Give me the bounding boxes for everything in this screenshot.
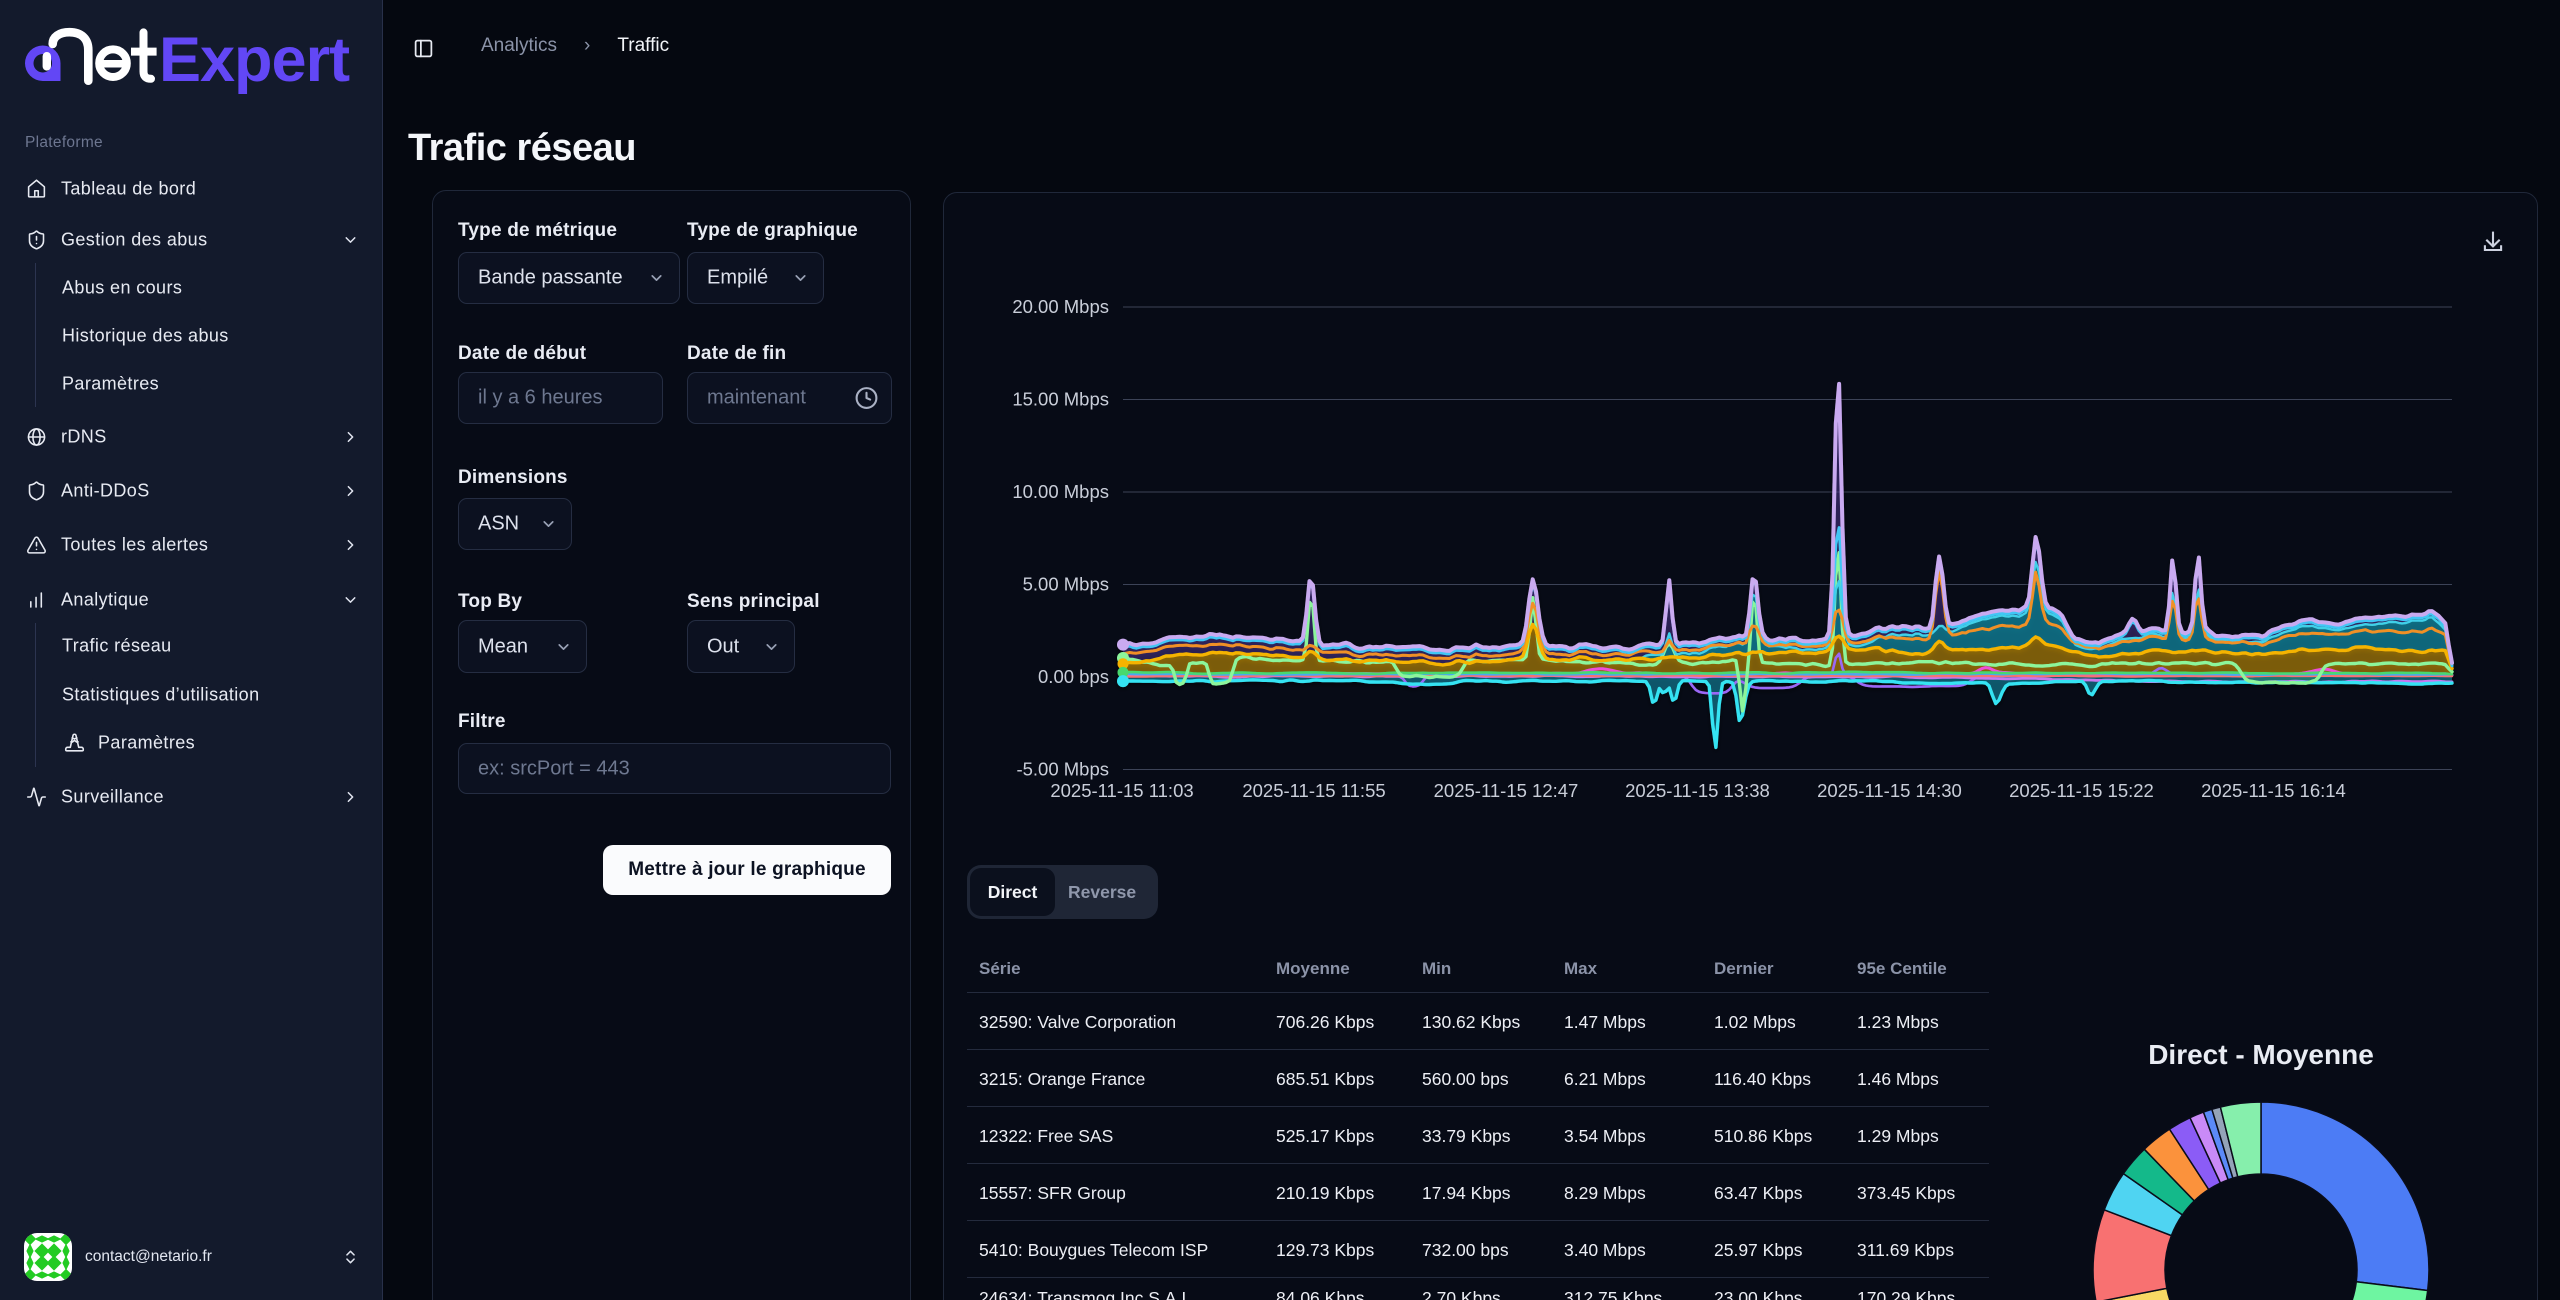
- svg-text:0.00 bps: 0.00 bps: [1038, 666, 1109, 687]
- svg-text:2025-11-15 16:14: 2025-11-15 16:14: [2201, 780, 2346, 801]
- svg-text:2025-11-15 13:38: 2025-11-15 13:38: [1625, 780, 1770, 801]
- svg-text:20.00 Mbps: 20.00 Mbps: [1012, 296, 1109, 317]
- svg-text:2025-11-15 12:47: 2025-11-15 12:47: [1434, 780, 1579, 801]
- svg-text:2025-11-15 15:22: 2025-11-15 15:22: [2009, 780, 2154, 801]
- svg-text:Expert: Expert: [159, 25, 350, 95]
- svg-text:10.00 Mbps: 10.00 Mbps: [1012, 481, 1109, 502]
- svg-text:2025-11-15 14:30: 2025-11-15 14:30: [1817, 780, 1962, 801]
- svg-text:2025-11-15 11:03: 2025-11-15 11:03: [1050, 780, 1193, 801]
- svg-text:2025-11-15 11:55: 2025-11-15 11:55: [1242, 780, 1385, 801]
- svg-text:-5.00 Mbps: -5.00 Mbps: [1016, 759, 1109, 780]
- svg-text:5.00 Mbps: 5.00 Mbps: [1023, 574, 1109, 595]
- svg-text:15.00 Mbps: 15.00 Mbps: [1012, 389, 1109, 410]
